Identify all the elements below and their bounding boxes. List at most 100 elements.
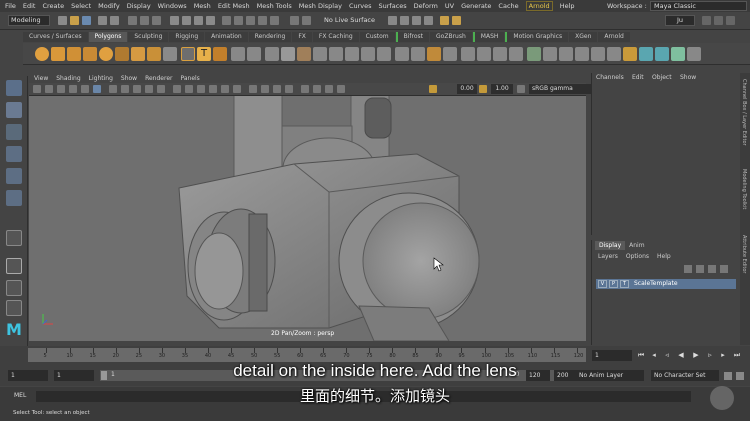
side-tab-attribute-editor[interactable]: Attribute Editor — [741, 235, 747, 273]
move-tool-icon[interactable] — [6, 146, 22, 162]
planar-map-icon[interactable] — [477, 47, 491, 61]
xray-components-icon[interactable] — [337, 85, 345, 93]
bevel-icon[interactable] — [345, 47, 359, 61]
poly-torus-icon[interactable] — [99, 47, 113, 61]
vp-menu-panels[interactable]: Panels — [180, 75, 199, 82]
anti-aliasing-icon[interactable] — [273, 85, 281, 93]
four-pane-layout-icon[interactable] — [6, 258, 22, 274]
scale-tool-icon[interactable] — [6, 190, 22, 206]
new-scene-icon[interactable] — [58, 16, 67, 25]
mask-edge-icon[interactable] — [194, 16, 203, 25]
rotate-tool-icon[interactable] — [6, 168, 22, 184]
isolate-select-icon[interactable] — [301, 85, 309, 93]
motion-blur-icon[interactable] — [261, 85, 269, 93]
multi-cut-icon[interactable] — [395, 47, 409, 61]
menu-create[interactable]: Create — [42, 2, 64, 10]
use-lights-icon[interactable] — [221, 85, 229, 93]
shelf-tab-rigging[interactable]: Rigging — [169, 32, 205, 42]
color-management-icon[interactable] — [517, 85, 525, 93]
go-to-end-icon[interactable]: ⏭ — [733, 351, 741, 360]
fill-hole-icon[interactable] — [377, 47, 391, 61]
layer-tab-display[interactable]: Display — [595, 241, 626, 250]
camera-select-icon[interactable] — [33, 85, 41, 93]
layer-row[interactable]: V P T ScaleTemplate — [596, 279, 736, 289]
snap-point-icon[interactable] — [246, 16, 255, 25]
live-surface-field[interactable]: No Live Surface — [318, 15, 376, 26]
menu-display[interactable]: Display — [127, 2, 151, 10]
exposure-field[interactable]: 0.00 — [457, 84, 477, 94]
lasso-tool-icon[interactable] — [6, 102, 22, 118]
smooth-icon[interactable] — [265, 47, 279, 61]
shelf-tab-xgen[interactable]: XGen — [569, 32, 598, 42]
menu-mesh[interactable]: Mesh — [194, 2, 211, 10]
step-forward-key-icon[interactable]: ▸ — [719, 351, 727, 360]
exposure-icon[interactable] — [429, 85, 437, 93]
arnold-render-icon[interactable] — [440, 16, 449, 25]
mode-select[interactable]: Modeling — [8, 15, 50, 26]
center-pivot-icon[interactable] — [623, 47, 637, 61]
mask-face-icon[interactable] — [206, 16, 215, 25]
side-tab-modeling-toolkit[interactable]: Modeling Toolkit — [741, 169, 747, 209]
extrude-icon[interactable] — [313, 47, 327, 61]
select-tool-icon[interactable] — [6, 80, 22, 96]
shelf-tab-fx-caching[interactable]: FX Caching — [312, 32, 359, 42]
menu-surfaces[interactable]: Surfaces — [379, 2, 407, 10]
side-tab-channel-box[interactable]: Channel Box / Layer Editor — [741, 79, 747, 146]
shelf-tab-fx[interactable]: FX — [292, 32, 312, 42]
layer-name[interactable]: ScaleTemplate — [634, 280, 678, 287]
shelf-tab-gozbrush[interactable]: GoZBrush — [430, 32, 472, 42]
arnold-ipr-icon[interactable] — [452, 16, 461, 25]
menu-arnold[interactable]: Arnold — [525, 1, 553, 11]
image-plane-icon[interactable] — [69, 85, 77, 93]
hypershade-icon[interactable] — [424, 16, 433, 25]
display-settings-icon[interactable] — [687, 47, 701, 61]
soften-icon[interactable] — [559, 47, 573, 61]
uv-editor-icon[interactable] — [461, 47, 475, 61]
poly-cone-icon[interactable] — [83, 47, 97, 61]
vp-menu-renderer[interactable]: Renderer — [145, 75, 172, 82]
layer-tab-anim[interactable]: Anim — [625, 241, 648, 250]
target-weld-icon[interactable] — [411, 47, 425, 61]
shelf-tab-sculpting[interactable]: Sculpting — [128, 32, 169, 42]
gamma-field[interactable]: 1.00 — [491, 84, 513, 94]
vp-menu-shading[interactable]: Shading — [56, 75, 80, 82]
uv-layout-icon[interactable] — [671, 47, 685, 61]
render-settings-icon[interactable] — [412, 16, 421, 25]
snap-surface-icon[interactable] — [270, 16, 279, 25]
menu-edit-mesh[interactable]: Edit Mesh — [218, 2, 250, 10]
menu-generate[interactable]: Generate — [461, 2, 491, 10]
resolution-gate-icon[interactable] — [109, 85, 117, 93]
shelf-tab-animation[interactable]: Animation — [205, 32, 248, 42]
snap-plane-icon[interactable] — [258, 16, 267, 25]
relax-icon[interactable] — [543, 47, 557, 61]
render-frame-icon[interactable] — [388, 16, 397, 25]
xray-joints-icon[interactable] — [325, 85, 333, 93]
vp-menu-lighting[interactable]: Lighting — [89, 75, 113, 82]
outliner-layout-icon[interactable] — [6, 300, 22, 316]
mirror-icon[interactable] — [297, 47, 311, 61]
shelf-tab-custom[interactable]: Custom — [359, 32, 395, 42]
xray-icon[interactable] — [313, 85, 321, 93]
delete-history-icon[interactable] — [655, 47, 669, 61]
menu-file[interactable]: File — [5, 2, 16, 10]
channels-show-menu[interactable]: Show — [680, 74, 696, 81]
layers-menu[interactable]: Layers — [598, 253, 618, 260]
step-back-key-icon[interactable]: ◂ — [650, 351, 658, 360]
shelf-tab-curves-surfaces[interactable]: Curves / Surfaces — [23, 32, 88, 42]
shelf-tab-arnold[interactable]: Arnold — [598, 32, 630, 42]
toggle-panel-icon[interactable] — [702, 16, 711, 25]
go-to-start-icon[interactable]: ⏮ — [637, 351, 645, 360]
smooth-shade-icon[interactable] — [185, 85, 193, 93]
automatic-map-icon[interactable] — [493, 47, 507, 61]
vp-menu-view[interactable]: View — [34, 75, 48, 82]
poly-platonic-icon[interactable] — [147, 47, 161, 61]
paint-select-tool-icon[interactable] — [6, 124, 22, 140]
layer-playback-toggle[interactable]: P — [609, 280, 618, 288]
insert-edge-loop-icon[interactable] — [443, 47, 457, 61]
workspace-select[interactable]: Maya Classic — [650, 1, 747, 11]
perspective-viewport[interactable]: 2D Pan/Zoom : persp — [29, 96, 586, 341]
select-component-icon[interactable] — [152, 16, 161, 25]
menu-modify[interactable]: Modify — [98, 2, 120, 10]
new-layer-selected-icon[interactable] — [720, 265, 728, 273]
channels-menu[interactable]: Channels — [596, 74, 624, 81]
